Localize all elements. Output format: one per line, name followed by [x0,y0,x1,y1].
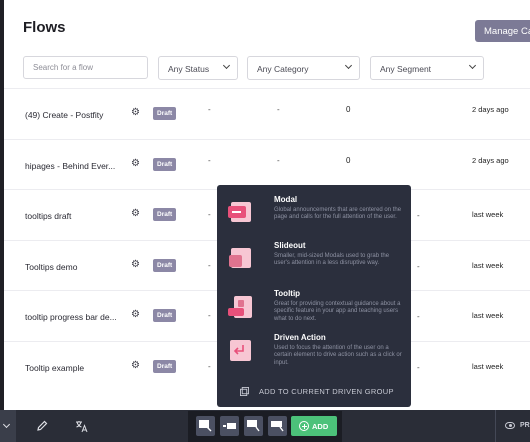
status-badge: Draft [153,258,177,272]
gear-icon[interactable]: ⚙ [131,310,141,320]
search-input[interactable] [23,56,148,79]
cell-value: - [208,311,211,320]
status-badge: Draft [153,309,177,322]
status-badge: Draft [153,208,177,221]
segment-dropdown[interactable]: Any Segment [370,56,484,80]
flow-name[interactable]: tooltips draft [25,211,125,221]
slideout-step-icon [223,423,236,429]
updated-date: last week [472,210,504,219]
category-dropdown[interactable]: Any Category [247,56,360,80]
add-step-menu: Modal Global announcements that are cent… [217,185,411,407]
add-group-label: ADD TO CURRENT DRIVEN GROUP [259,387,394,396]
option-title: Slideout [274,241,306,250]
flow-name[interactable]: tooltip progress bar de... [25,312,125,322]
preview-button[interactable]: PR [495,410,530,442]
gear-icon[interactable]: ⚙ [131,158,141,169]
updated-date: 2 days ago [472,155,509,165]
menu-option-modal[interactable]: Modal Global announcements that are cent… [217,195,411,241]
flow-name[interactable]: hipages - Behind Ever... [25,161,125,171]
cell-value: - [417,362,420,372]
add-modal-button[interactable] [196,416,215,436]
collapse-button[interactable] [0,410,16,442]
cell-value: - [277,105,280,114]
option-description: Used to focus the attention of the user … [274,345,402,366]
cell-value: - [277,155,280,165]
segment-dropdown-label: Any Segment [380,64,432,74]
gear-icon[interactable]: ⚙ [131,209,141,219]
add-step-panel: ADD [188,411,342,442]
option-title: Driven Action [274,333,326,342]
gear-icon[interactable]: ⚙ [131,259,141,270]
updated-date: 2 days ago [472,105,509,114]
chevron-down-icon [222,61,231,70]
option-title: Modal [274,195,298,204]
cell-value: - [208,155,211,165]
menu-option-tooltip[interactable]: Tooltip Great for providing contextual g… [217,289,411,335]
cell-value: - [208,361,211,371]
cell-value: - [208,210,211,219]
menu-option-slideout[interactable]: Slideout Smaller, mid-sized Modals used … [217,241,411,287]
slideout-icon [229,248,251,268]
chevron-down-icon [468,61,477,70]
pencil-icon[interactable] [35,419,49,433]
status-dropdown[interactable]: Any Status [158,56,238,80]
cell-value: - [208,260,211,270]
copy-icon [240,387,249,396]
table-row[interactable]: hipages - Behind Ever... ⚙ Draft - - 0 2… [4,138,530,190]
chevron-down-icon [344,61,353,70]
add-button-label: ADD [312,422,329,431]
gear-icon[interactable]: ⚙ [131,360,141,371]
chevron-down-icon [2,420,11,429]
category-dropdown-label: Any Category [257,64,309,74]
status-badge: Draft [153,359,177,373]
modal-step-icon [199,420,212,432]
driven-action-icon [230,340,251,361]
cell-value: - [208,105,211,114]
cell-value: 0 [346,105,351,114]
cell-value: 0 [346,155,351,165]
preview-label: PR [520,422,530,429]
add-driven-action-button[interactable] [268,416,287,436]
flow-name[interactable]: (49) Create - Postfity [25,110,125,120]
updated-date: last week [472,311,504,320]
plus-circle-icon [299,421,309,431]
add-slideout-button[interactable] [220,416,239,436]
add-tooltip-button[interactable] [244,416,263,436]
add-to-driven-group-button[interactable]: ADD TO CURRENT DRIVEN GROUP [238,385,408,399]
updated-date: last week [472,361,504,371]
cell-value: - [417,261,420,271]
eye-icon [505,422,515,429]
option-description: Great for providing contextual guidance … [274,301,401,322]
status-dropdown-label: Any Status [168,64,210,74]
modal-icon [228,202,251,222]
manage-categories-button[interactable]: Manage Cate [475,20,530,42]
updated-date: last week [472,260,504,270]
tooltip-step-icon [247,420,260,432]
flow-name[interactable]: Tooltips demo [25,262,125,272]
gear-icon[interactable]: ⚙ [131,108,141,118]
option-title: Tooltip [274,289,301,298]
option-description: Global announcements that are centered o… [274,207,402,221]
cell-value: - [417,211,420,220]
translate-icon[interactable] [75,419,89,433]
page-title: Flows [23,19,66,36]
table-row[interactable]: (49) Create - Postfity ⚙ Draft - - 0 2 d… [4,88,530,139]
status-badge: Draft [153,107,177,120]
driven-action-step-icon [271,421,284,432]
flow-name[interactable]: Tooltip example [25,363,125,373]
status-badge: Draft [153,157,177,171]
option-description: Smaller, mid-sized Modals used to grab t… [274,253,390,267]
menu-option-driven-action[interactable]: Driven Action Used to focus the attentio… [217,333,411,379]
add-button[interactable]: ADD [291,416,337,436]
cell-value: - [417,312,420,321]
tooltip-icon [228,296,252,318]
